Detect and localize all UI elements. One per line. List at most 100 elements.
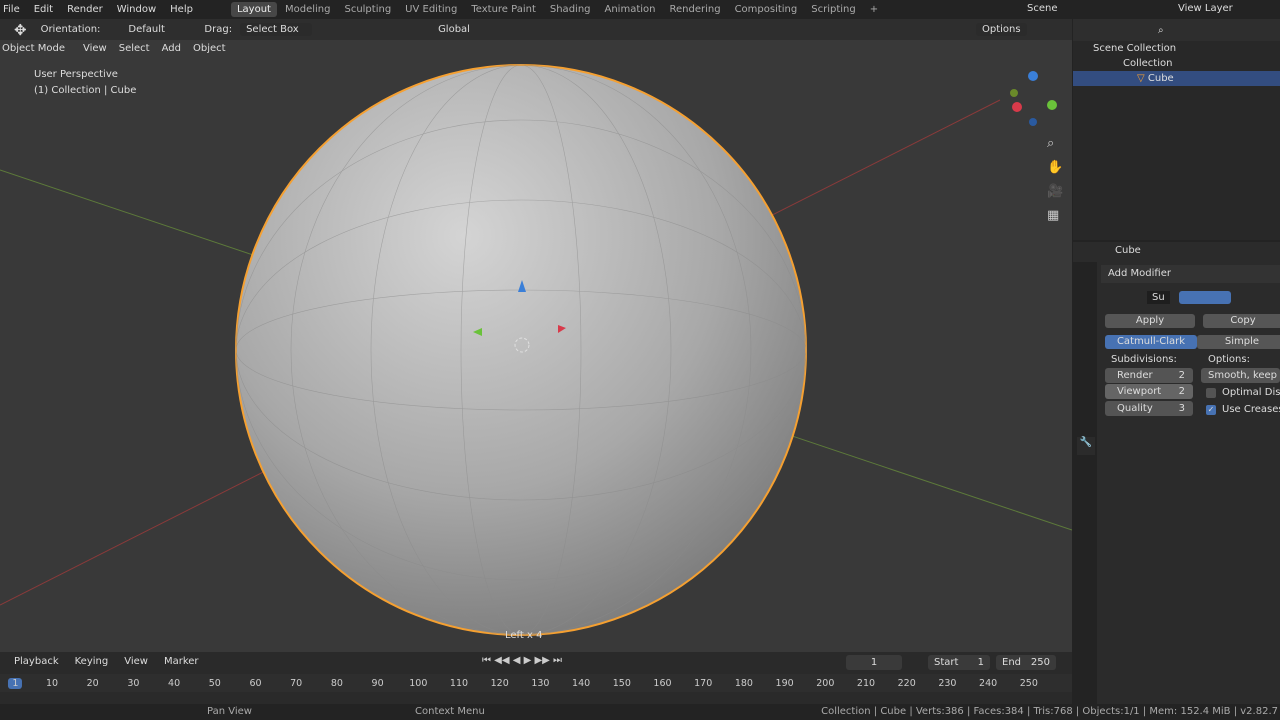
timeline-menu-view[interactable]: View [124, 656, 148, 667]
properties-tabs[interactable]: 🔧 [1073, 262, 1097, 704]
frame-tick: 50 [208, 678, 221, 689]
end-frame-field[interactable]: End 250 [996, 655, 1056, 670]
operation-label: Left x 4 [505, 630, 543, 641]
mode-dropdown[interactable]: Object Mode [0, 42, 71, 55]
orientation-dropdown[interactable]: Default [122, 23, 194, 36]
tab-uv-editing[interactable]: UV Editing [399, 2, 463, 17]
frame-tick: 150 [612, 678, 631, 689]
menu-help[interactable]: Help [170, 4, 193, 15]
viewport-levels-field[interactable]: Viewport 2 [1105, 384, 1193, 399]
frame-tick: 230 [938, 678, 957, 689]
frame-tick: 210 [856, 678, 876, 689]
frame-tick: 20 [86, 678, 99, 689]
menu-add[interactable]: Add [162, 43, 181, 54]
add-modifier-button[interactable]: Add Modifier [1101, 265, 1280, 283]
properties-editor: Cube Add Modifier Su Apply Copy Catmull-… [1073, 242, 1280, 704]
uv-smooth-dropdown[interactable]: Smooth, keep co... [1201, 368, 1280, 383]
menu-edit[interactable]: Edit [34, 4, 53, 15]
status-bar: Pan View Context Menu Collection | Cube … [0, 704, 1280, 720]
frame-tick: 240 [979, 678, 998, 689]
scene-selector[interactable]: Scene [1027, 3, 1058, 14]
search-icon[interactable]: ⌕ [1158, 25, 1164, 36]
use-creases-checkbox[interactable]: ✓ Use Creases [1206, 404, 1280, 415]
3d-viewport[interactable]: Object Mode View Select Add Object User Per… [0, 40, 1072, 652]
frame-tick: 170 [694, 678, 713, 689]
options-dropdown[interactable]: Options [975, 23, 1027, 36]
frame-ruler[interactable]: 1 10 20 30 40 50 60 70 80 90 100 110 120 130 140 150 160… [0, 674, 1072, 692]
grid-icon[interactable]: ▦ [1047, 204, 1063, 228]
frame-tick: 180 [734, 678, 753, 689]
tab-sculpting[interactable]: Sculpting [338, 2, 397, 17]
hand-icon[interactable]: ✋ [1047, 156, 1063, 180]
start-frame-field[interactable]: Start 1 [928, 655, 990, 670]
drag-label: Drag: [204, 24, 233, 35]
tab-shading[interactable]: Shading [544, 2, 597, 17]
frame-tick: 90 [371, 678, 384, 689]
subdivisions-label: Subdivisions: [1111, 354, 1177, 365]
transform-orientation-dropdown[interactable]: Global [432, 23, 476, 36]
frame-tick: 60 [249, 678, 262, 689]
simple-tab[interactable]: Simple [1197, 335, 1280, 349]
view-layer-selector[interactable]: View Layer [1178, 3, 1233, 14]
outliner-item-collection[interactable]: Collection [1073, 56, 1280, 71]
options-label: Options: [1208, 354, 1250, 365]
tab-rendering[interactable]: Rendering [663, 2, 726, 17]
move-icon: ✥ [14, 20, 27, 39]
tab-layout[interactable]: Layout [230, 2, 277, 17]
menu-file[interactable]: File [3, 4, 20, 15]
menu-render[interactable]: Render [67, 4, 103, 15]
menu-window[interactable]: Window [117, 4, 156, 15]
outliner-item-scene-collection[interactable]: Scene Collection [1073, 41, 1280, 56]
sphere-mesh [235, 64, 807, 636]
frame-tick: 190 [775, 678, 794, 689]
frame-tick: 10 [45, 678, 59, 689]
frame-tick: 30 [127, 678, 140, 689]
quality-field[interactable]: Quality 3 [1105, 401, 1193, 416]
wrench-icon[interactable]: 🔧 [1077, 437, 1095, 455]
tab-compositing[interactable]: Compositing [729, 2, 804, 17]
timeline-menu-keying[interactable]: Keying [75, 656, 109, 667]
frame-tick: 80 [330, 678, 343, 689]
object-name: Cube [1115, 245, 1141, 256]
frame-tick: 160 [653, 678, 672, 689]
menu-select[interactable]: Select [119, 43, 150, 54]
apply-button[interactable]: Apply [1105, 314, 1195, 328]
tab-scripting[interactable]: Scripting [805, 2, 861, 17]
frame-tick: 200 [816, 678, 835, 689]
frame-tick: 70 [290, 678, 303, 689]
modifier-name-field[interactable]: Su [1147, 291, 1170, 304]
viewport-canvas [0, 64, 1072, 636]
frame-tick: 100 [409, 678, 428, 689]
timeline-menu-marker[interactable]: Marker [164, 656, 199, 667]
zoom-icon[interactable]: ⌕ [1047, 132, 1063, 156]
top-bar: File Edit Render Window Help Layout Modeling S… [0, 0, 1280, 19]
menu-view[interactable]: View [83, 43, 107, 54]
frame-tick: 250 [1019, 678, 1038, 689]
optimal-display-checkbox[interactable]: Optimal Display [1206, 387, 1280, 398]
timeline: Playback Keying View Marker ⏮ ◀◀ ◀ ▶ ▶▶ ⏭ 1… [0, 652, 1072, 704]
tab-animation[interactable]: Animation [599, 2, 662, 17]
frame-tick: 140 [572, 678, 591, 689]
perspective-label: User Perspective [34, 69, 118, 80]
outliner: ⌕ Scene Collection Collection ▽ Cube [1073, 19, 1280, 240]
tab--[interactable]: + [864, 2, 884, 17]
playback-controls[interactable]: ⏮ ◀◀ ◀ ▶ ▶▶ ⏭ [482, 655, 562, 666]
outliner-header: ⌕ [1073, 19, 1280, 41]
tool-settings-header: ✥ Orientation: Default Drag: Select Box … [0, 19, 1072, 40]
current-frame-field[interactable]: 1 [846, 655, 902, 670]
tab-modeling[interactable]: Modeling [279, 2, 337, 17]
modifier-visibility-toggles[interactable] [1179, 291, 1231, 304]
render-levels-field[interactable]: Render 2 [1105, 368, 1193, 383]
status-pan-view: Pan View [207, 706, 252, 717]
tab-texture-paint[interactable]: Texture Paint [465, 2, 542, 17]
viewport-header: Object Mode View Select Add Object [0, 42, 226, 55]
timeline-menu-playback[interactable]: Playback [14, 656, 59, 667]
status-context-menu: Context Menu [415, 706, 485, 717]
catmull-clark-tab[interactable]: Catmull-Clark [1105, 335, 1197, 349]
outliner-item-cube[interactable]: ▽ Cube [1073, 71, 1280, 86]
drag-dropdown[interactable]: Select Box [240, 23, 313, 36]
camera-icon[interactable]: 🎥 [1047, 180, 1063, 204]
copy-button[interactable]: Copy [1203, 314, 1280, 328]
frame-tick: 220 [897, 678, 916, 689]
menu-object[interactable]: Object [193, 43, 226, 54]
